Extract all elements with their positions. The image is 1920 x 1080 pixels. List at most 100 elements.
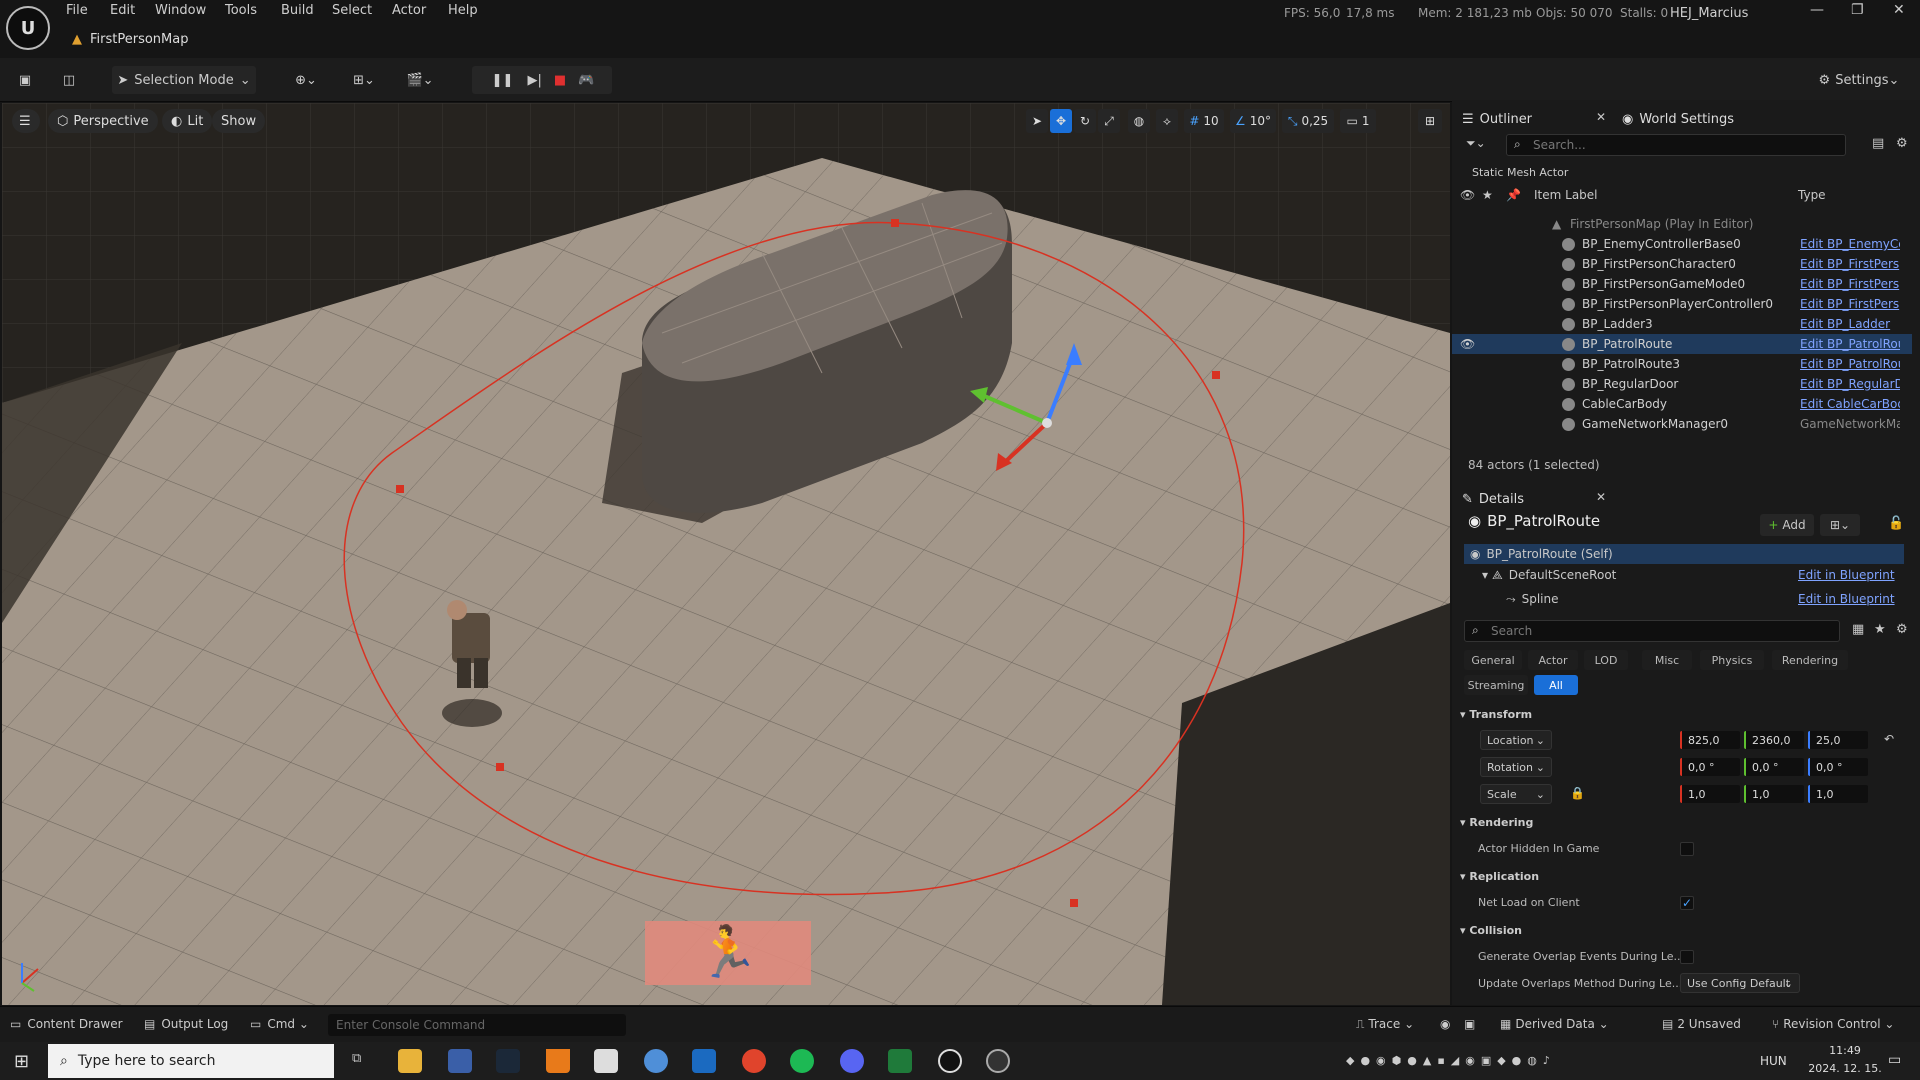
rotation-snap-button[interactable]: ∠ 10° [1230, 109, 1276, 133]
update-overlaps-dropdown[interactable]: Use Config Default ⌄ [1680, 973, 1800, 993]
steam-icon[interactable] [496, 1049, 520, 1073]
outliner-row-type-link[interactable]: Edit BP_PatrolRou [1800, 337, 1900, 351]
menu-window[interactable]: Window [155, 3, 206, 18]
menu-select[interactable]: Select [332, 3, 372, 18]
details-search-input[interactable]: Search [1464, 620, 1840, 642]
outliner-row[interactable]: BP_PatrolRoute3 Edit BP_PatrolRou [1452, 354, 1912, 374]
reset-icon[interactable]: ↶ [1884, 732, 1894, 746]
outliner-row-type-link[interactable]: Edit BP_RegularD [1800, 377, 1900, 391]
filter-misc[interactable]: Misc [1642, 650, 1692, 670]
gamepad-icon[interactable]: 🎮 [578, 73, 594, 88]
language-indicator[interactable]: HUN [1760, 1054, 1787, 1068]
table-view-icon[interactable]: ▦ [1852, 622, 1864, 637]
close-details-icon[interactable]: ✕ [1596, 490, 1606, 504]
rotation-x-field[interactable]: 0,0 ° [1680, 758, 1740, 776]
rotation-y-field[interactable]: 0,0 ° [1744, 758, 1804, 776]
windows-start-icon[interactable]: ⊞ [14, 1051, 29, 1072]
map-tab[interactable]: ▲ FirstPersonMap [72, 32, 188, 47]
edit-blueprint-link-2[interactable]: Edit in Blueprint [1798, 592, 1895, 606]
unreal-logo-icon[interactable]: U [6, 6, 50, 50]
filter-actor[interactable]: Actor [1528, 650, 1578, 670]
fox-app-icon[interactable] [594, 1049, 618, 1073]
task-view-icon[interactable]: ⧉ [352, 1051, 361, 1066]
outliner-row-type-link[interactable]: Edit BP_FirstPers [1800, 297, 1900, 311]
component-root-row[interactable]: ▾ ⟁ DefaultSceneRoot [1482, 568, 1616, 583]
settings-button[interactable]: ⚙ Settings ⌄ [1812, 66, 1906, 94]
browse-icon[interactable]: ◫ [56, 66, 82, 94]
menu-edit[interactable]: Edit [110, 3, 135, 18]
console-input[interactable]: Enter Console Command [328, 1014, 626, 1036]
net-load-checkbox[interactable]: ✓ [1680, 896, 1694, 910]
minimize-icon[interactable]: — [1810, 2, 1824, 18]
menu-actor[interactable]: Actor [392, 3, 426, 18]
qbittorrent-icon[interactable] [644, 1049, 668, 1073]
filter-all[interactable]: All [1534, 675, 1578, 695]
derived-data-button[interactable]: ▦ Derived Data ⌄ [1500, 1017, 1609, 1031]
section-replication[interactable]: ▾ Replication [1460, 870, 1539, 883]
revision-control-button[interactable]: ⑂ Revision Control ⌄ [1772, 1017, 1894, 1031]
add-folder-icon[interactable]: ▤ [1872, 136, 1884, 151]
component-spline-row[interactable]: ⤳ Spline [1506, 592, 1559, 607]
scale-tool-icon[interactable]: ⤢ [1098, 109, 1120, 133]
move-tool-icon[interactable]: ✥ [1050, 109, 1072, 133]
layout-icon[interactable]: ⊞ [1418, 109, 1442, 133]
spotify-icon[interactable] [790, 1049, 814, 1073]
notepad-icon[interactable] [888, 1049, 912, 1073]
outlook-icon[interactable] [692, 1049, 716, 1073]
menu-tools[interactable]: Tools [225, 3, 257, 18]
outliner-row-type-link[interactable]: Edit BP_PatrolRou [1800, 357, 1900, 371]
outliner-settings-icon[interactable]: ⚙ [1896, 136, 1908, 151]
location-y-field[interactable]: 2360,0 [1744, 731, 1804, 749]
section-rendering[interactable]: ▾ Rendering [1460, 816, 1533, 829]
overlap-events-checkbox[interactable] [1680, 950, 1694, 964]
outliner-row[interactable]: BP_Ladder3 Edit BP_Ladder [1452, 314, 1912, 334]
save-icon[interactable]: ▣ [12, 66, 38, 94]
chrome-icon[interactable] [742, 1049, 766, 1073]
grid-snap-button[interactable]: #10 [1184, 109, 1224, 133]
col-type[interactable]: Type [1798, 188, 1826, 202]
outliner-row[interactable]: 👁 BP_PatrolRoute Edit BP_PatrolRou [1452, 334, 1912, 354]
world-local-icon[interactable]: ◍ [1128, 109, 1150, 133]
outliner-row-type-link[interactable]: Edit BP_FirstPers [1800, 257, 1900, 271]
tab-outliner[interactable]: ☰ Outliner [1462, 106, 1532, 132]
tab-world-settings[interactable]: ◉ World Settings [1622, 106, 1734, 132]
trace-button[interactable]: ⎍ Trace ⌄ [1356, 1017, 1414, 1032]
outliner-row[interactable]: CableCarBody Edit CableCarBod [1452, 394, 1912, 414]
location-x-field[interactable]: 825,0 [1680, 731, 1740, 749]
tab-details[interactable]: ✎ Details [1462, 486, 1524, 512]
stop-icon[interactable]: ■ [554, 73, 566, 88]
menu-help[interactable]: Help [448, 3, 478, 18]
add-component-button[interactable]: + Add [1760, 514, 1814, 536]
outliner-root-row[interactable]: ▲ FirstPersonMap (Play In Editor) [1452, 214, 1912, 234]
hidden-in-game-checkbox[interactable] [1680, 842, 1694, 856]
location-dropdown[interactable]: Location ⌄ [1480, 730, 1552, 750]
outliner-row[interactable]: BP_FirstPersonPlayerController0 Edit BP_F… [1452, 294, 1912, 314]
outliner-row-type-link[interactable]: Edit CableCarBod [1800, 397, 1900, 411]
location-z-field[interactable]: 25,0 [1808, 731, 1868, 749]
unsaved-button[interactable]: ▤ 2 Unsaved [1662, 1017, 1741, 1031]
outliner-search-input[interactable]: Search... [1506, 134, 1846, 156]
filter-streaming[interactable]: Streaming [1464, 675, 1528, 695]
outliner-row-type-link[interactable]: Edit BP_FirstPers [1800, 277, 1900, 291]
system-tray-icons[interactable]: ◆●◉⬢●▲▪◢◉▣◆●◍♪ [1346, 1054, 1556, 1067]
details-settings-icon[interactable]: ⚙ [1896, 622, 1908, 637]
blueprint-options-icon[interactable]: ⊞⌄ [1820, 514, 1860, 536]
rotation-dropdown[interactable]: Rotation ⌄ [1480, 757, 1552, 777]
viewport-menu-icon[interactable]: ☰ [12, 109, 40, 133]
lock-icon[interactable]: 🔓 [1888, 516, 1904, 531]
outliner-row[interactable]: BP_RegularDoor Edit BP_RegularD [1452, 374, 1912, 394]
favorites-icon[interactable]: ★ [1874, 622, 1886, 637]
close-outliner-icon[interactable]: ✕ [1596, 110, 1606, 124]
perspective-button[interactable]: ⬡ Perspective [48, 109, 158, 133]
selection-mode-dropdown[interactable]: ➤ Selection Mode ⌄ [112, 66, 256, 94]
edit-blueprint-link-1[interactable]: Edit in Blueprint [1798, 568, 1895, 582]
outliner-row-type-link[interactable]: Edit BP_EnemyCc [1800, 237, 1900, 251]
section-collision[interactable]: ▾ Collision [1460, 924, 1522, 937]
pause-icon[interactable]: ❚❚ [492, 73, 514, 88]
outliner-row-type-link[interactable]: Edit BP_Ladder [1800, 317, 1900, 331]
filter-rendering[interactable]: Rendering [1772, 650, 1848, 670]
record-icon[interactable]: ◉ [1440, 1017, 1450, 1031]
filter-general[interactable]: General [1464, 650, 1522, 670]
obs-icon[interactable] [986, 1049, 1010, 1073]
maximize-icon[interactable]: ❐ [1851, 2, 1864, 18]
